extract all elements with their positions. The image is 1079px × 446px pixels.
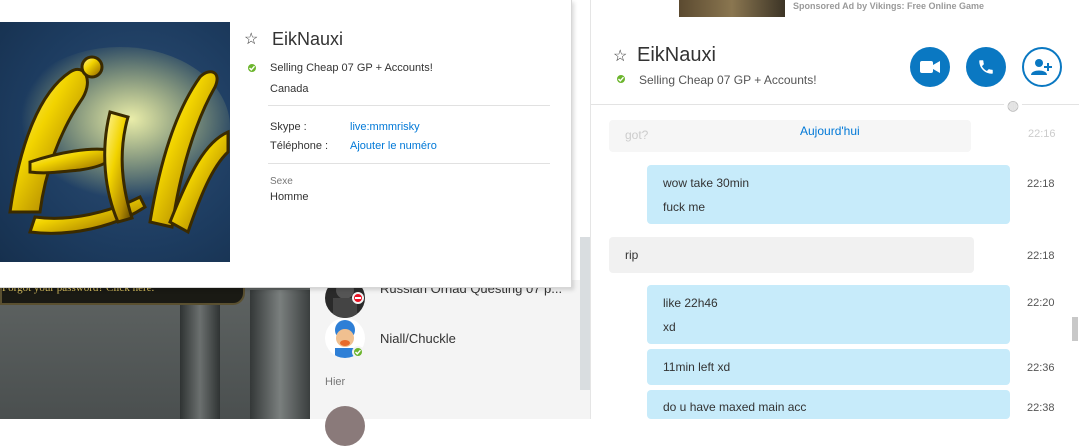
profile-logo-image	[8, 47, 230, 235]
message-time: 22:18	[1027, 178, 1055, 190]
background-pillar	[250, 290, 310, 419]
faded-message: got?	[609, 120, 971, 152]
message-time: 22:38	[1027, 402, 1055, 414]
globe-icon: ◍	[1004, 96, 1022, 114]
message-time: 22:36	[1027, 362, 1055, 374]
outgoing-message[interactable]: do u have maxed main acc	[647, 390, 1010, 419]
chat-contact-name[interactable]: EikNauxi	[637, 44, 716, 67]
outgoing-message[interactable]: 11min left xd	[647, 349, 1010, 385]
message-text: xd	[663, 320, 676, 334]
incoming-message[interactable]: rip	[609, 237, 974, 273]
favorite-star-icon[interactable]: ☆	[613, 46, 627, 66]
add-phone-link[interactable]: Ajouter le numéro	[350, 140, 437, 152]
message-text: do u have maxed main acc	[663, 400, 807, 414]
audio-call-button[interactable]	[966, 47, 1006, 87]
phone-icon	[979, 60, 993, 74]
sex-label: Sexe	[270, 176, 293, 187]
chat-pane: Sponsored Ad by Vikings: Free Online Gam…	[590, 0, 1079, 419]
mood-message: Selling Cheap 07 GP + Accounts!	[270, 62, 433, 74]
background-pillar	[180, 300, 220, 419]
contacts-list: Russian Ornad Questing 07 p... Niall/Chu…	[310, 278, 590, 446]
country: Canada	[270, 83, 309, 95]
ad-text[interactable]: Sponsored Ad by Vikings: Free Online Gam…	[793, 1, 984, 11]
online-status-icon	[615, 73, 627, 85]
message-time: 22:20	[1027, 297, 1055, 309]
skype-id[interactable]: live:mmmrisky	[350, 121, 420, 133]
busy-status-icon	[352, 292, 364, 304]
message-time: 22:18	[1027, 250, 1055, 262]
online-status-icon	[246, 62, 258, 74]
phone-label: Téléphone :	[270, 140, 329, 152]
message-text: wow take 30min	[663, 176, 750, 190]
sex-value: Homme	[270, 191, 309, 203]
online-status-icon	[352, 346, 364, 358]
add-people-button[interactable]	[1022, 47, 1062, 87]
message-text: rip	[625, 248, 639, 262]
video-call-button[interactable]	[910, 47, 950, 87]
faded-message-text: got?	[625, 128, 649, 142]
message-text: fuck me	[663, 200, 706, 214]
skype-label: Skype :	[270, 121, 307, 133]
section-label: Hier	[325, 376, 346, 388]
add-person-icon	[1031, 59, 1052, 75]
contact-name: Niall/Chuckle	[380, 331, 456, 346]
profile-picture	[0, 22, 230, 262]
scrollbar[interactable]	[580, 237, 590, 390]
outgoing-message[interactable]: like 22h46 xd	[647, 285, 1010, 344]
avatar[interactable]	[325, 406, 365, 446]
profile-card: ☆ EikNauxi Selling Cheap 07 GP + Account…	[0, 0, 572, 288]
contact-item[interactable]: Niall/Chuckle	[310, 318, 580, 358]
message-text: 11min left xd	[663, 360, 731, 374]
video-camera-icon	[920, 61, 940, 73]
chat-mood-message: Selling Cheap 07 GP + Accounts!	[639, 73, 817, 87]
divider	[268, 163, 550, 164]
ad-image[interactable]	[679, 0, 785, 17]
faded-message-time: 22:16	[1028, 128, 1056, 140]
date-separator: Aujourd'hui	[800, 124, 860, 138]
scrollbar-thumb[interactable]	[1072, 317, 1078, 341]
favorite-star-icon[interactable]: ☆	[244, 29, 258, 49]
message-text: like 22h46	[663, 296, 718, 310]
profile-name: EikNauxi	[272, 29, 344, 49]
outgoing-message[interactable]: wow take 30min fuck me	[647, 165, 1010, 224]
divider	[268, 105, 550, 106]
